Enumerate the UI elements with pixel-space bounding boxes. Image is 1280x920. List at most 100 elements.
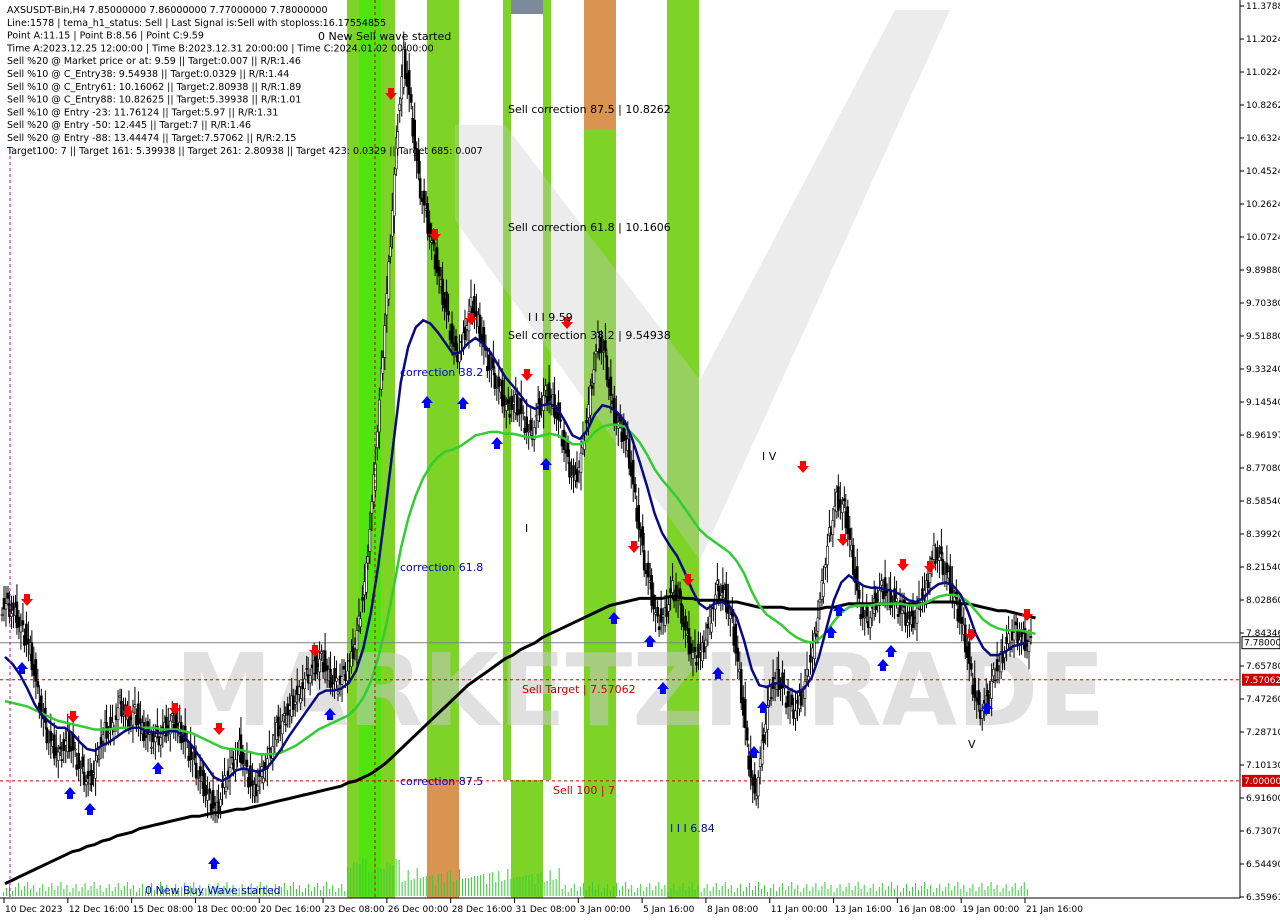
volume-bar xyxy=(875,891,877,896)
candle-body xyxy=(570,475,573,478)
candle-body xyxy=(320,651,323,655)
volume-bar xyxy=(42,884,44,896)
candle-body xyxy=(525,416,529,433)
x-tick-label: 19 Jan 00:00 xyxy=(962,905,1019,915)
volume-bar xyxy=(688,886,690,896)
volume-bar xyxy=(96,889,98,896)
candle-body xyxy=(297,686,301,695)
volume-bar xyxy=(827,889,829,896)
volume-bar xyxy=(782,883,784,896)
volume-bar xyxy=(616,883,618,896)
candle-body xyxy=(497,376,501,388)
candle-body xyxy=(906,622,909,626)
volume-bar xyxy=(456,880,457,896)
candle-body xyxy=(680,603,683,624)
volume-bar xyxy=(679,887,681,896)
volume-bar xyxy=(365,859,367,896)
volume-bar xyxy=(758,882,759,896)
candle-body xyxy=(418,178,422,199)
candle-body xyxy=(213,802,217,806)
candle-body xyxy=(508,413,512,418)
volume-bar xyxy=(999,892,1001,896)
y-tick-label: 9.33240 xyxy=(1246,365,1280,375)
volume-bar xyxy=(637,888,639,896)
candle-body xyxy=(118,695,122,698)
volume-bar xyxy=(643,891,645,896)
candle-body xyxy=(69,746,73,752)
candle-body xyxy=(223,775,226,788)
y-tick-label: 9.70380 xyxy=(1246,299,1280,309)
y-tick-label: 8.58540 xyxy=(1246,497,1280,507)
candle-body xyxy=(911,610,915,628)
volume-bar xyxy=(389,864,391,896)
candle-body xyxy=(940,546,943,555)
candle-body xyxy=(194,762,198,779)
volume-bar xyxy=(748,883,750,896)
candle-body xyxy=(967,641,971,664)
volume-bar xyxy=(619,890,621,896)
volume-bar xyxy=(15,887,17,896)
volume-bar xyxy=(18,883,20,896)
candle-body xyxy=(368,529,372,552)
candle-body xyxy=(376,431,379,449)
volume-bar xyxy=(108,884,110,896)
volume-bar xyxy=(896,885,898,896)
candle-body xyxy=(342,665,346,670)
candle-body xyxy=(1012,632,1016,641)
candle-body xyxy=(814,633,818,637)
volume-bar xyxy=(951,890,953,896)
volume-bar xyxy=(706,884,708,896)
candle-body xyxy=(303,678,306,690)
candle-body xyxy=(719,595,723,600)
candle-body xyxy=(502,395,506,406)
volume-bar xyxy=(791,882,793,896)
candle-body xyxy=(60,759,64,761)
info-line: Line:1578 | tema_h1_status: Sell | Last … xyxy=(7,18,386,29)
y-tick-label: 9.51880 xyxy=(1246,332,1280,342)
volume-bar xyxy=(845,887,847,896)
volume-bar xyxy=(558,868,560,896)
volume-bar xyxy=(537,873,539,896)
candle-body xyxy=(932,544,936,560)
candle-body xyxy=(529,420,533,431)
candle-body xyxy=(157,736,161,746)
volume-bar xyxy=(607,884,608,896)
x-tick-label: 5 Jan 16:00 xyxy=(643,905,695,915)
candle-body xyxy=(992,668,995,677)
candle-body xyxy=(604,340,607,351)
price-chart[interactable]: MARKETZITRADE 0 New Sell wave started 0 … xyxy=(0,0,1280,920)
x-tick-label: 23 Dec 08:00 xyxy=(324,905,385,915)
candle-body xyxy=(407,70,411,95)
candle-body xyxy=(631,459,635,485)
candle-body xyxy=(960,616,964,624)
volume-bar xyxy=(72,888,74,896)
volume-bar xyxy=(513,878,515,896)
volume-bar xyxy=(881,883,883,896)
candle-body xyxy=(794,710,797,719)
volume-bar xyxy=(1002,888,1004,896)
candle-body xyxy=(308,675,312,684)
candle-body xyxy=(743,699,747,729)
volume-bar xyxy=(912,887,914,896)
y-tick-label: 9.89880 xyxy=(1246,266,1280,276)
volume-bar xyxy=(347,867,349,896)
volume-bar xyxy=(990,882,992,896)
candle-body xyxy=(219,799,222,807)
candle-body xyxy=(544,385,547,391)
candle-body xyxy=(4,603,8,610)
candle-body xyxy=(150,746,153,749)
sell-correction-382-label: Sell correction 38.2 | 9.54938 xyxy=(508,329,671,342)
candle-body xyxy=(445,291,448,312)
volume-bar xyxy=(280,887,282,896)
candle-body xyxy=(590,385,594,389)
y-tick-label: 8.96197 xyxy=(1246,431,1280,441)
candle-body xyxy=(602,351,605,353)
volume-bar xyxy=(320,890,322,896)
volume-bar xyxy=(981,883,983,896)
volume-bar xyxy=(434,885,436,896)
volume-bar xyxy=(975,891,977,896)
candle-body xyxy=(990,680,993,699)
info-line: Sell %10 @ C_Entry88: 10.82625 || Target… xyxy=(7,95,301,106)
y-tick-label: 10.26240 xyxy=(1246,200,1280,210)
volume-bar xyxy=(597,885,599,896)
